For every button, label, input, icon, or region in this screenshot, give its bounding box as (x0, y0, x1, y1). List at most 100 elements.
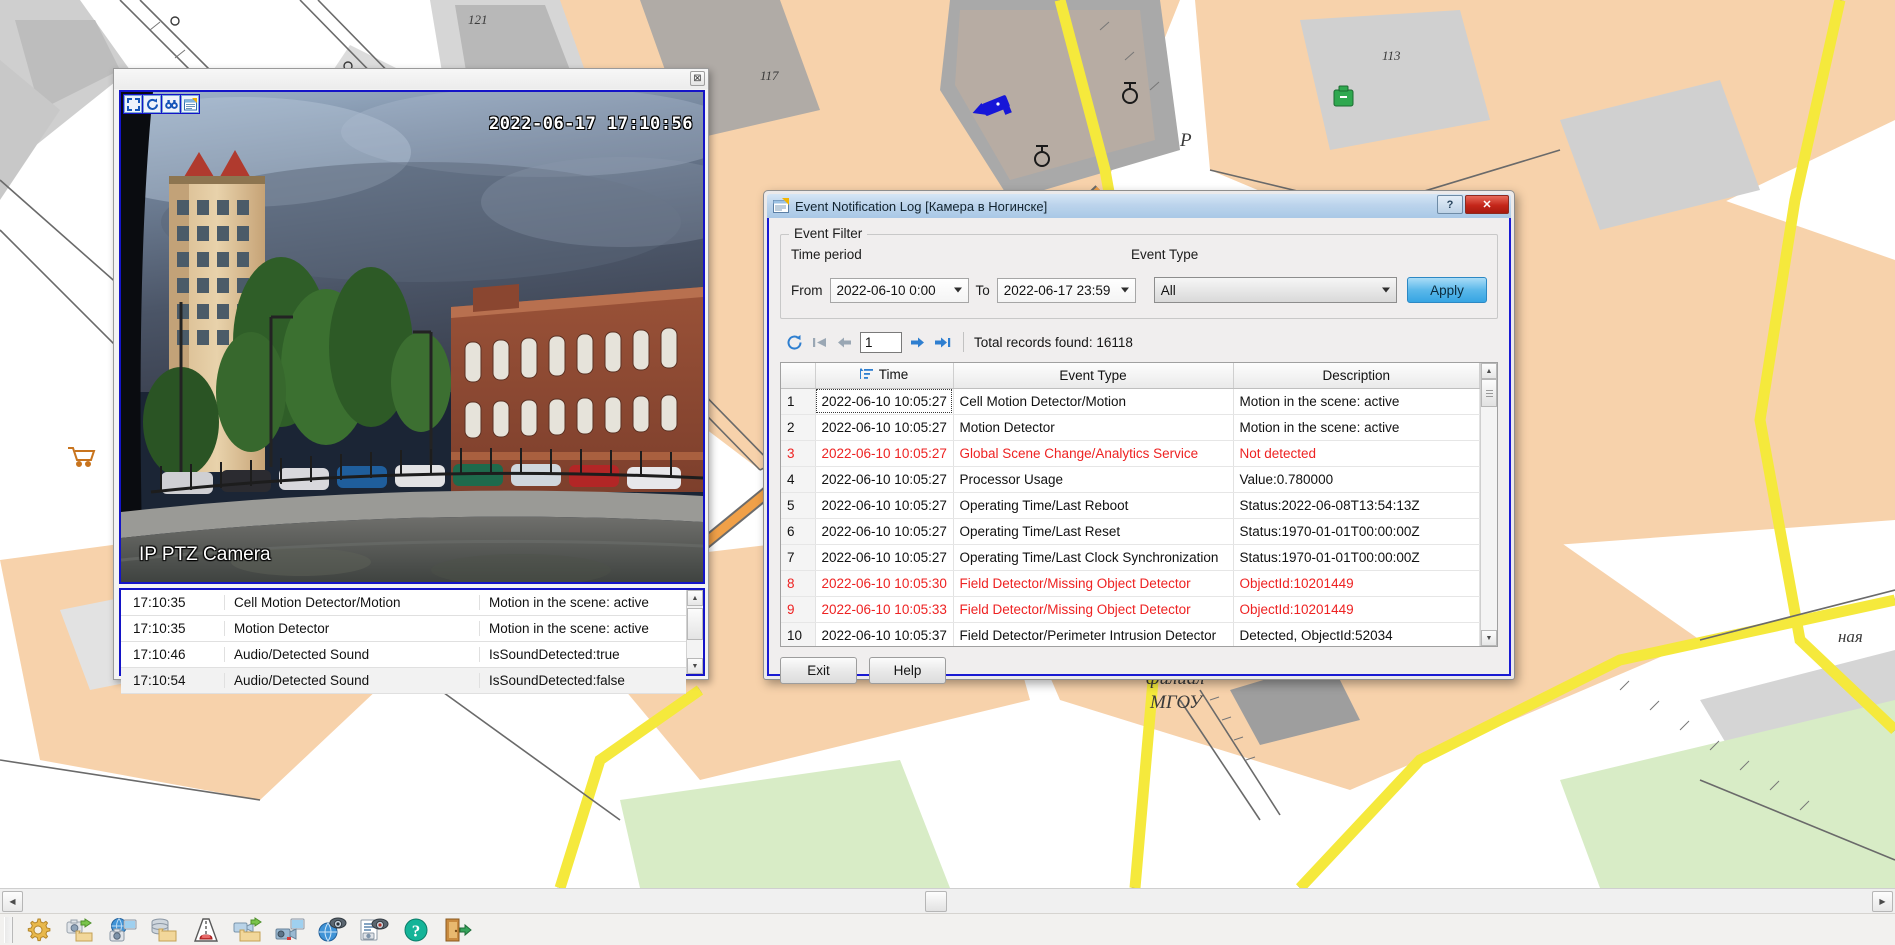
scrollbar-thumb[interactable] (925, 890, 947, 912)
column-header-description[interactable]: Description (1233, 363, 1480, 389)
row-description[interactable]: Status:1970-01-01T00:00:00Z (1233, 544, 1480, 571)
scroll-up-arrow-icon[interactable]: ▲ (687, 590, 703, 606)
column-header-event-type[interactable]: Event Type (953, 363, 1234, 389)
event-notification-log-dialog[interactable]: Event Notification Log [Камера в Ногинск… (763, 190, 1515, 684)
row-description[interactable]: Not detected (1233, 440, 1480, 467)
last-page-button[interactable] (930, 331, 955, 353)
table-row[interactable]: 3 2022-06-10 10:05:27 Global Scene Chang… (781, 440, 1480, 467)
row-event-type[interactable]: Operating Time/Last Clock Synchronizatio… (953, 544, 1234, 571)
map-horizontal-scrollbar[interactable]: ◀ ▶ (0, 888, 1895, 913)
row-time[interactable]: 2022-06-10 10:05:27 (815, 518, 954, 545)
table-row[interactable]: 10 2022-06-10 10:05:37 Field Detector/Pe… (781, 622, 1480, 646)
event-log-icon[interactable] (181, 95, 199, 113)
row-description[interactable]: ObjectId:10201449 (1233, 570, 1480, 597)
video-window-titlebar[interactable]: ⊠ (114, 69, 708, 89)
dialog-help-button[interactable]: ? (1437, 195, 1463, 214)
event-type-combobox[interactable]: All (1153, 277, 1397, 303)
table-row[interactable]: 2 2022-06-10 10:05:27 Motion Detector Mo… (781, 414, 1480, 441)
table-row[interactable]: 4 2022-06-10 10:05:27 Processor Usage Va… (781, 466, 1480, 493)
snapshot-network-button[interactable] (101, 915, 143, 945)
row-time[interactable]: 2022-06-10 10:05:33 (815, 596, 954, 623)
list-item[interactable]: 17:10:54 Audio/Detected Sound IsSoundDet… (121, 668, 686, 694)
row-event-type[interactable]: Operating Time/Last Reboot (953, 492, 1234, 519)
row-time[interactable]: 2022-06-10 10:05:27 (815, 414, 954, 441)
table-row[interactable]: 5 2022-06-10 10:05:27 Operating Time/Las… (781, 492, 1480, 519)
row-description[interactable]: Detected, ObjectId:52034 (1233, 622, 1480, 646)
row-event-type[interactable]: Operating Time/Last Reset (953, 518, 1234, 545)
video-network-button[interactable] (269, 915, 311, 945)
video-frame[interactable]: 2022-06-17 17:10:56 IP PTZ Camera (119, 90, 705, 584)
dialog-close-button[interactable]: ✕ (1465, 195, 1509, 214)
row-event-type[interactable]: Field Detector/Perimeter Intrusion Detec… (953, 622, 1234, 646)
settings-gear-button[interactable] (17, 915, 59, 945)
row-description[interactable]: Motion in the scene: active (1233, 414, 1480, 441)
row-event-type[interactable]: Cell Motion Detector/Motion (953, 388, 1234, 415)
event-table-container[interactable]: Time Event Type Description 1 2022-06-10… (780, 362, 1498, 647)
first-page-button[interactable] (807, 331, 832, 353)
scroll-up-arrow-icon[interactable]: ▲ (1481, 363, 1497, 379)
row-event-type[interactable]: Field Detector/Missing Object Detector (953, 596, 1234, 623)
list-item[interactable]: 17:10:46 Audio/Detected Sound IsSoundDet… (121, 642, 686, 668)
scrollbar-thumb[interactable] (1481, 379, 1497, 407)
row-event-type[interactable]: Processor Usage (953, 466, 1234, 493)
database-folder-button[interactable] (143, 915, 185, 945)
table-row[interactable]: 1 2022-06-10 10:05:27 Cell Motion Detect… (781, 388, 1480, 415)
table-row[interactable]: 9 2022-06-10 10:05:33 Field Detector/Mis… (781, 596, 1480, 623)
from-datetime-combobox[interactable]: 2022-06-10 0:00 (829, 277, 969, 303)
fullscreen-icon[interactable] (124, 95, 142, 113)
list-item[interactable]: 17:10:35 Motion Detector Motion in the s… (121, 616, 686, 642)
scrollbar-track[interactable] (1481, 379, 1497, 630)
camera-globe-button[interactable] (311, 915, 353, 945)
snapshot-folder-button[interactable] (59, 915, 101, 945)
table-row[interactable]: 6 2022-06-10 10:05:27 Operating Time/Las… (781, 518, 1480, 545)
video-overlay-toolbar[interactable] (123, 94, 200, 114)
row-description[interactable]: Value:0.780000 (1233, 466, 1480, 493)
exit-button[interactable]: Exit (780, 657, 857, 684)
road-traffic-button[interactable] (185, 915, 227, 945)
row-event-type[interactable]: Motion Detector (953, 414, 1234, 441)
help-button[interactable]: Help (869, 657, 946, 684)
table-row[interactable]: 8 2022-06-10 10:05:30 Field Detector/Mis… (781, 570, 1480, 597)
help-button[interactable]: ? (395, 915, 437, 945)
video-event-list[interactable]: 17:10:35 Cell Motion Detector/Motion Mot… (119, 588, 705, 694)
row-event-type[interactable]: Global Scene Change/Analytics Service (953, 440, 1234, 467)
video-preview-window[interactable]: ⊠ 2022-06-17 17:10:56 IP PTZ Camera 17:1… (113, 68, 709, 694)
dialog-titlebar[interactable]: Event Notification Log [Камера в Ногинск… (767, 194, 1511, 218)
row-time[interactable]: 2022-06-10 10:05:27 (815, 440, 954, 467)
scroll-down-arrow-icon[interactable]: ▼ (1481, 630, 1497, 646)
row-description[interactable]: Motion in the scene: active (1233, 388, 1480, 415)
next-page-button[interactable] (905, 331, 930, 353)
toolbar-drag-grip[interactable] (4, 916, 13, 943)
column-header-index[interactable] (781, 363, 816, 389)
previous-page-button[interactable] (832, 331, 857, 353)
table-row[interactable]: 7 2022-06-10 10:05:27 Operating Time/Las… (781, 544, 1480, 571)
column-header-time[interactable]: Time (815, 363, 954, 389)
row-event-type[interactable]: Field Detector/Missing Object Detector (953, 570, 1234, 597)
scroll-down-arrow-icon[interactable]: ▼ (687, 658, 703, 674)
apply-button[interactable]: Apply (1407, 277, 1487, 303)
row-time[interactable]: 2022-06-10 10:05:27 (815, 544, 954, 571)
row-time[interactable]: 2022-06-10 10:05:27 (815, 466, 954, 493)
scrollbar-track[interactable] (687, 606, 703, 658)
exit-button[interactable] (437, 915, 479, 945)
event-table-scrollbar[interactable]: ▲ ▼ (1480, 363, 1497, 646)
video-folder-button[interactable] (227, 915, 269, 945)
camera-report-button[interactable] (353, 915, 395, 945)
scrollbar-track[interactable] (25, 890, 1870, 912)
row-time[interactable]: 2022-06-10 10:05:37 (815, 622, 954, 646)
scrollbar-thumb[interactable] (687, 608, 703, 640)
row-description[interactable]: ObjectId:10201449 (1233, 596, 1480, 623)
row-time[interactable]: 2022-06-10 10:05:27 (815, 492, 954, 519)
binoculars-ptz-icon[interactable] (162, 95, 180, 113)
row-time[interactable]: 2022-06-10 10:05:27 (815, 388, 954, 415)
scroll-right-arrow-icon[interactable]: ▶ (1872, 890, 1893, 912)
row-description[interactable]: Status:2022-06-08T13:54:13Z (1233, 492, 1480, 519)
list-item[interactable]: 17:10:35 Cell Motion Detector/Motion Mot… (121, 590, 686, 616)
scroll-left-arrow-icon[interactable]: ◀ (2, 890, 23, 912)
refresh-icon[interactable] (143, 95, 161, 113)
video-event-list-scrollbar[interactable]: ▲ ▼ (686, 590, 703, 674)
to-datetime-combobox[interactable]: 2022-06-17 23:59 (996, 277, 1136, 303)
close-icon[interactable]: ⊠ (690, 71, 705, 86)
page-number-input[interactable] (860, 331, 902, 353)
row-description[interactable]: Status:1970-01-01T00:00:00Z (1233, 518, 1480, 545)
